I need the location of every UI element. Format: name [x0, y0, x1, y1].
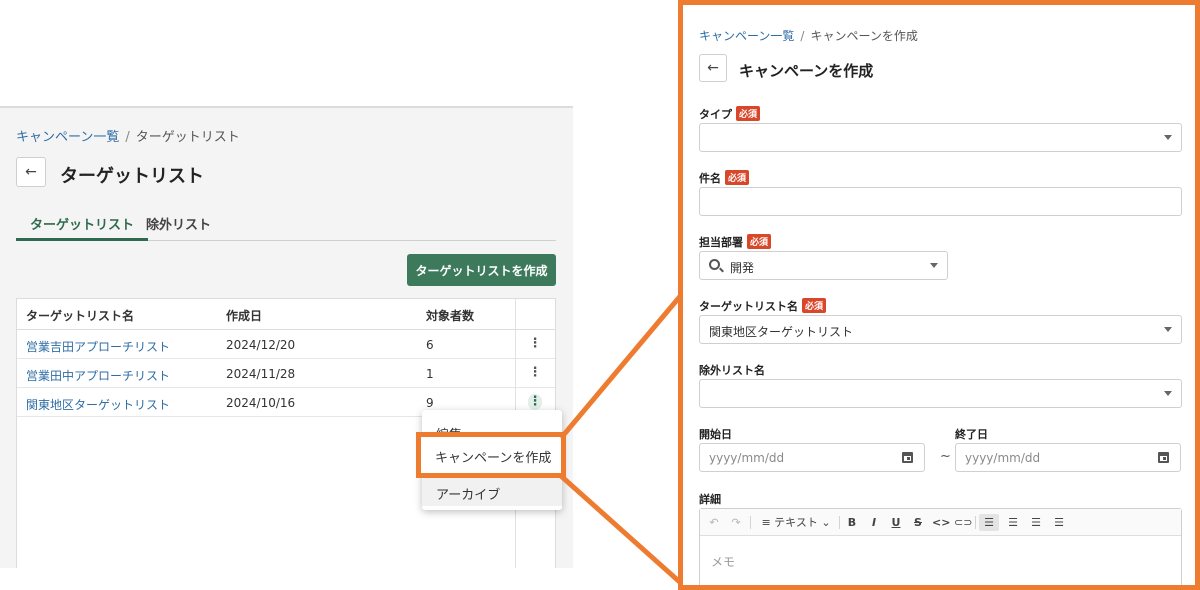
start-date-input[interactable]: yyyy/mm/dd: [699, 443, 925, 472]
required-badge: 必須: [802, 298, 827, 313]
page-title: キャンペーンを作成: [739, 62, 874, 80]
details-rich-text-editor[interactable]: ↶ ↷ ≡ テキスト ⌄ B I U S <> ⊂⊃ ☰ ☰ ☰ ☰ メモ: [699, 508, 1182, 585]
text-style-dropdown[interactable]: ≡ テキスト ⌄: [758, 514, 834, 531]
undo-icon[interactable]: ↶: [707, 514, 721, 531]
bold-button[interactable]: B: [845, 514, 859, 531]
strikethrough-button[interactable]: S: [911, 514, 925, 531]
connector-line-bottom: [559, 474, 684, 586]
type-select[interactable]: [699, 123, 1182, 152]
calendar-icon[interactable]: [1158, 452, 1169, 463]
caret-down-icon: [1164, 327, 1172, 332]
toolbar-divider: [839, 516, 840, 529]
code-button[interactable]: <>: [932, 514, 950, 531]
exclude-list-label: 除外リスト名: [699, 364, 765, 377]
caret-down-icon: [1164, 391, 1172, 396]
underline-button[interactable]: U: [889, 514, 903, 531]
italic-button[interactable]: I: [867, 514, 881, 531]
end-date-input[interactable]: yyyy/mm/dd: [955, 443, 1181, 472]
subject-label: 件名 必須: [699, 170, 750, 186]
department-label: 担当部署 必須: [699, 234, 772, 250]
details-placeholder: メモ: [711, 555, 736, 569]
chevron-down-icon: ⌄: [817, 516, 831, 529]
arrow-left-icon: ←: [707, 60, 719, 76]
align-center-icon[interactable]: ☰: [1003, 514, 1023, 531]
redo-icon[interactable]: ↷: [729, 514, 743, 531]
caret-down-icon: [1164, 135, 1172, 140]
link-icon[interactable]: ⊂⊃: [954, 514, 972, 531]
department-select[interactable]: 開発: [699, 251, 948, 280]
breadcrumb-campaign-list-link[interactable]: キャンペーン一覧: [699, 29, 794, 43]
target-list-label: ターゲットリスト名 必須: [699, 298, 827, 314]
date-range-separator: ~: [940, 449, 951, 464]
editor-toolbar: ↶ ↷ ≡ テキスト ⌄ B I U S <> ⊂⊃ ☰ ☰ ☰ ☰: [700, 509, 1181, 536]
start-date-label: 開始日: [699, 428, 732, 441]
create-campaign-screen: キャンペーン一覧 / キャンペーンを作成 ← キャンペーンを作成 タイプ 必須 件名必…: [678, 0, 1200, 590]
align-left-icon[interactable]: ☰: [979, 514, 999, 531]
details-label: 詳細: [699, 493, 721, 506]
align-right-icon[interactable]: ☰: [1026, 514, 1046, 531]
back-button[interactable]: ←: [699, 54, 727, 82]
connector-line-top: [559, 292, 684, 440]
subject-input[interactable]: [699, 187, 1182, 216]
calendar-icon[interactable]: [902, 452, 913, 463]
breadcrumb: キャンペーン一覧 / キャンペーンを作成: [699, 29, 918, 43]
exclude-list-select[interactable]: [699, 379, 1182, 408]
required-badge: 必須: [736, 106, 761, 121]
toolbar-divider: [750, 516, 751, 529]
target-list-select[interactable]: 関東地区ターゲットリスト: [699, 315, 1182, 344]
end-date-label: 終了日: [955, 428, 988, 441]
search-icon: [709, 259, 720, 270]
align-justify-icon[interactable]: ☰: [1049, 514, 1069, 531]
caret-down-icon: [930, 263, 938, 268]
breadcrumb-current: キャンペーンを作成: [810, 29, 918, 43]
toolbar-divider: [975, 516, 976, 529]
required-badge: 必須: [725, 170, 750, 185]
paragraph-icon: ≡: [761, 516, 775, 529]
type-label: タイプ 必須: [699, 106, 761, 122]
required-badge: 必須: [747, 234, 772, 249]
